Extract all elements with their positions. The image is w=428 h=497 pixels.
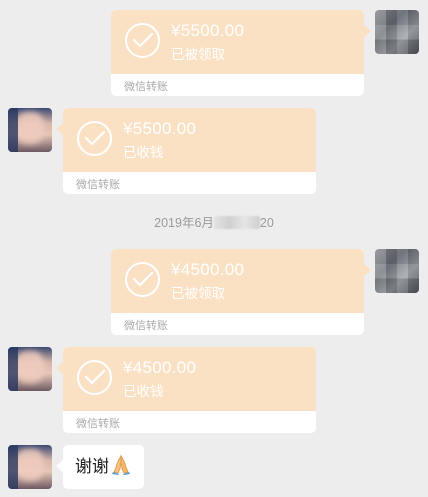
- transfer-amount: ¥5500.00: [123, 119, 197, 138]
- transfer-label: 微信转账: [76, 418, 120, 430]
- transfer-card[interactable]: ¥4500.00 已收钱 微信转账: [56, 347, 316, 433]
- bubble-tail: [56, 361, 64, 375]
- transfer-status: 已被领取: [171, 286, 225, 301]
- text-message: 谢谢: [75, 457, 109, 476]
- bubble-tail: [363, 263, 371, 277]
- timestamp-prefix: 2019年6月: [154, 216, 214, 230]
- transfer-label: 微信转账: [76, 179, 120, 191]
- bubble-tail: [56, 122, 64, 136]
- check-circle-icon: [77, 360, 112, 395]
- check-circle-icon: [77, 121, 112, 156]
- timestamp-redacted: [213, 216, 260, 229]
- my-avatar[interactable]: [375, 10, 419, 54]
- transfer-card-header: ¥5500.00 已收钱: [56, 108, 316, 172]
- timestamp-suffix: 20: [259, 216, 274, 230]
- chat-timestamp: 2019年6月 20: [0, 212, 428, 231]
- transfer-amount: ¥5500.00: [171, 21, 245, 40]
- check-circle-icon: [125, 23, 160, 58]
- contact-avatar[interactable]: [8, 445, 52, 489]
- transfer-status: 已收钱: [123, 384, 164, 399]
- transfer-card-header: ¥4500.00 已收钱: [56, 347, 316, 411]
- transfer-card-header: ¥4500.00 已被领取: [111, 249, 371, 313]
- transfer-label: 微信转账: [124, 320, 168, 332]
- bubble-tail: [363, 24, 371, 38]
- transfer-status: 已被领取: [171, 47, 225, 62]
- bubble-tail: [56, 459, 64, 473]
- transfer-status: 已收钱: [123, 145, 164, 160]
- transfer-amount: ¥4500.00: [171, 260, 245, 279]
- folded-hands-icon: [110, 448, 132, 492]
- text-message-bubble[interactable]: 谢谢: [56, 445, 144, 492]
- transfer-amount: ¥4500.00: [123, 358, 197, 377]
- my-avatar[interactable]: [375, 249, 419, 293]
- transfer-card[interactable]: ¥4500.00 已被领取 微信转账: [111, 249, 371, 335]
- transfer-card-header: ¥5500.00 已被领取: [111, 10, 371, 74]
- contact-avatar[interactable]: [8, 347, 52, 391]
- check-circle-icon: [125, 262, 160, 297]
- contact-avatar[interactable]: [8, 108, 52, 152]
- transfer-card[interactable]: ¥5500.00 已收钱 微信转账: [56, 108, 316, 194]
- transfer-card[interactable]: ¥5500.00 已被领取 微信转账: [111, 10, 371, 96]
- transfer-label: 微信转账: [124, 81, 168, 93]
